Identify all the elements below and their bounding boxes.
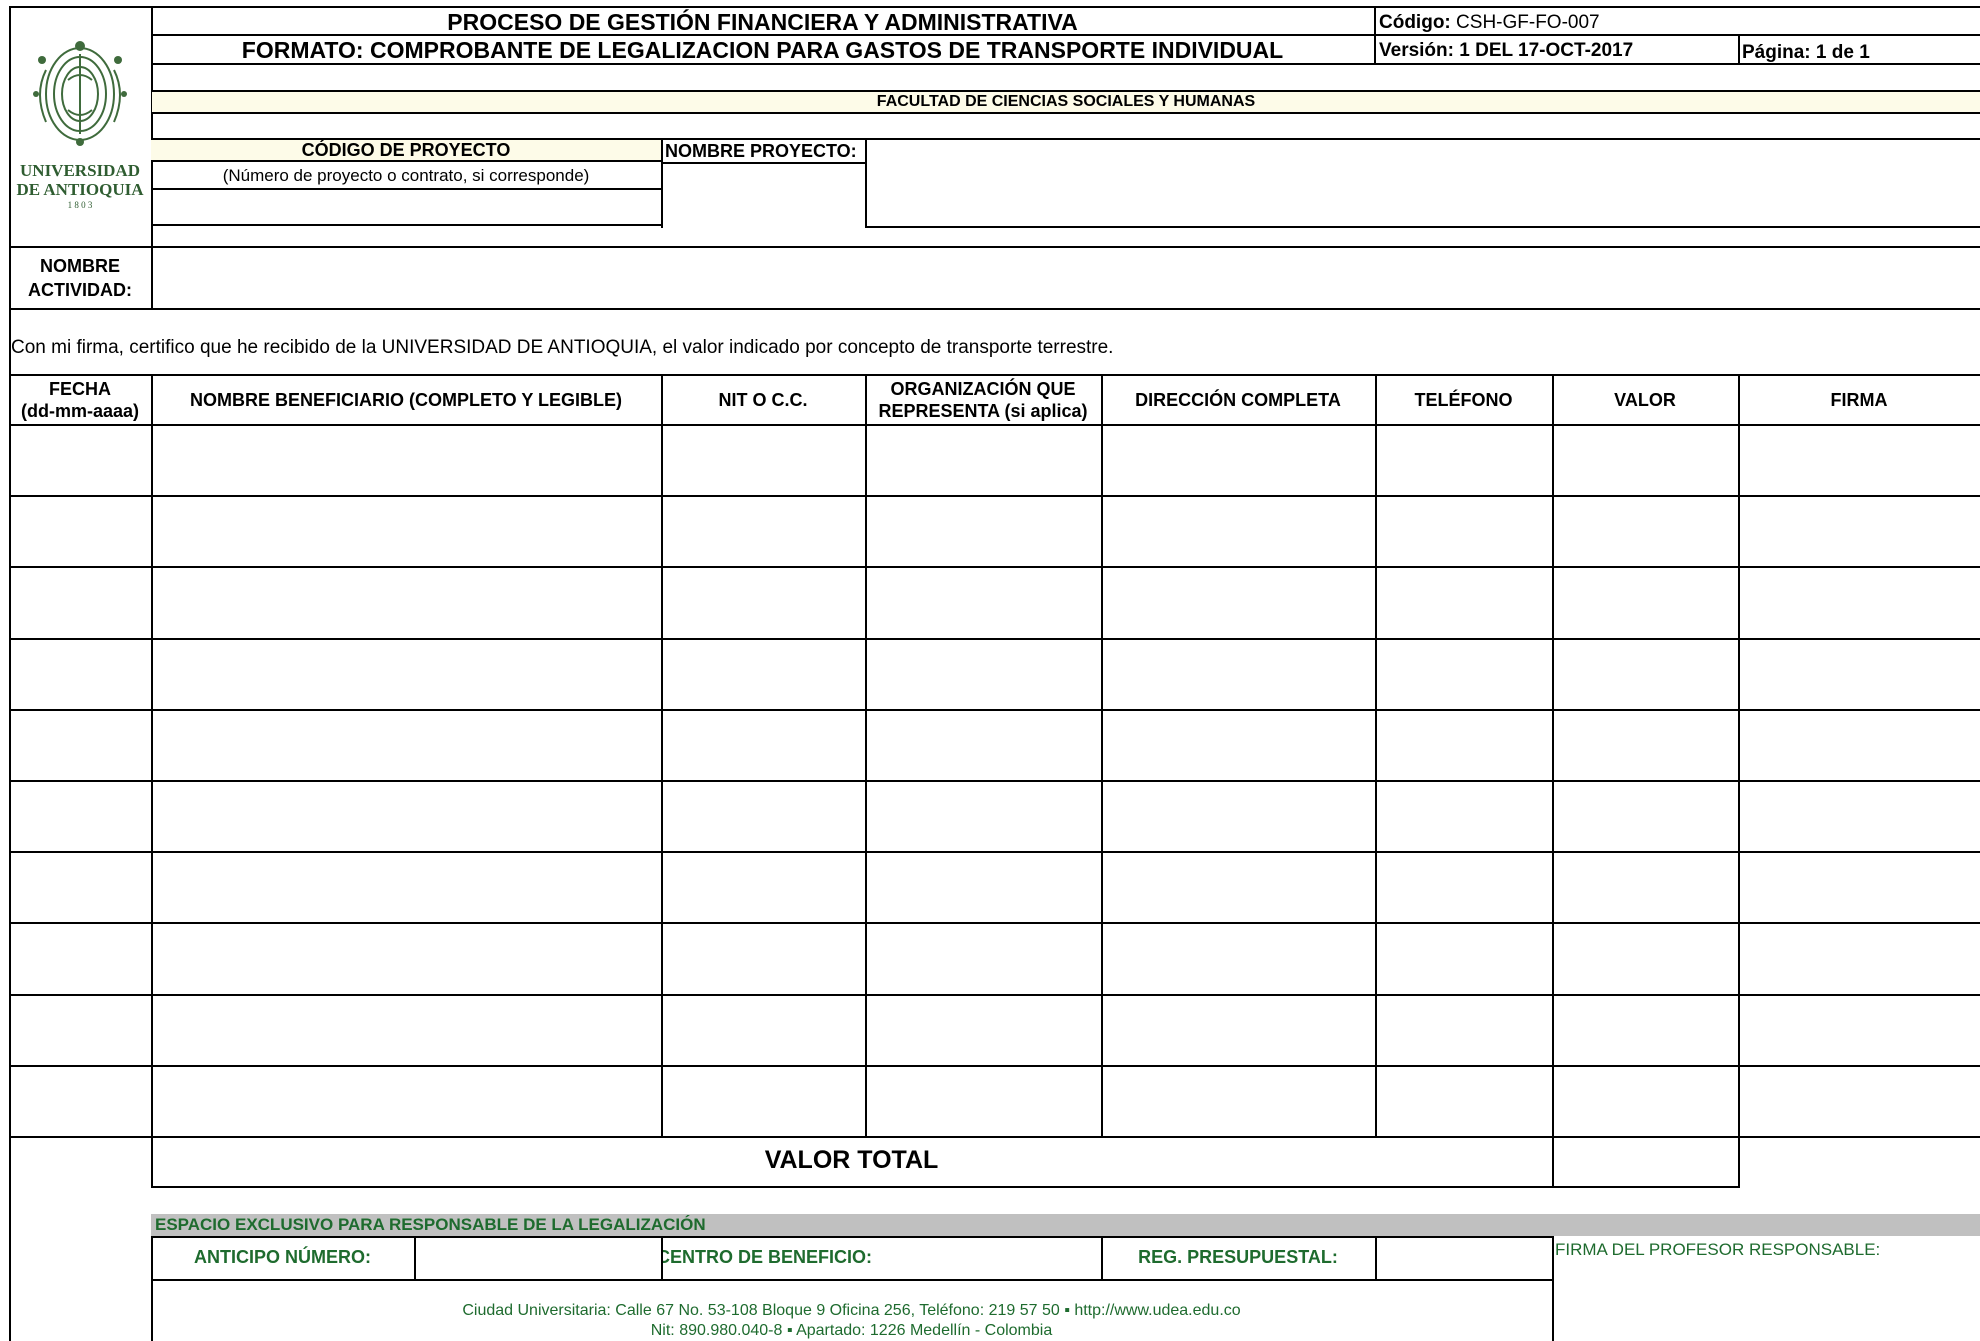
project-name-input[interactable] [866,138,1980,228]
logo-year: 1 8 0 3 [67,200,93,210]
codigo-label: Código: [1379,12,1451,33]
version-field: Versión: 1 DEL 17-OCT-2017 [1379,40,1633,62]
project-name-label: NOMBRE PROYECTO: [665,141,857,161]
activity-label-line1: NOMBRE [40,256,120,276]
responsible-title: ESPACIO EXCLUSIVO PARA RESPONSABLE DE LA… [155,1215,706,1234]
university-logo: UNIVERSIDAD DE ANTIOQUIA 1 8 0 3 [12,30,148,220]
title-line1: PROCESO DE GESTIÓN FINANCIERA Y ADMINIST… [447,9,1078,35]
title-line2: FORMATO: COMPROBANTE DE LEGALIZACION PAR… [241,37,1284,63]
anticipo-input[interactable] [416,1238,661,1279]
col-header-line1: FECHA [49,379,111,399]
total-bottom-line [151,1186,1740,1188]
col-header-line2: (dd-mm-aaaa) [20,401,140,421]
col-header-firma: FIRMA [1830,390,1888,410]
centro-label: CENTRO DE BENEFICIO: [663,1247,873,1267]
codigo-field: Código: CSH-GF-FO-007 [1379,12,1600,34]
header-page-divider [1738,34,1740,63]
footer-nit: Nit: 890.980.040-8 ▪ Apartado: 1226 Mede… [650,1322,1053,1339]
total-label: VALOR TOTAL [764,1146,939,1174]
table-row[interactable] [11,426,1980,495]
total-value-input[interactable] [1554,1138,1738,1186]
project-code-label: CÓDIGO DE PROYECTO [301,140,511,160]
table-row[interactable] [11,568,1980,638]
firma-profesor-label: FIRMA DEL PROFESOR RESPONSABLE: [1555,1240,1881,1259]
col-header-nombre: NOMBRE BENEFICIARIO (COMPLETO Y LEGIBLE) [189,390,623,410]
responsible-mid-line [151,1279,1552,1281]
logo-line2: DE ANTIOQUIA [16,180,144,199]
anticipo-label: ANTICIPO NÚMERO: [194,1247,371,1267]
codigo-value: CSH-GF-FO-007 [1456,12,1600,33]
col-header-line2: REPRESENTA (si aplica) [878,401,1088,421]
activity-input[interactable] [153,248,1980,306]
top-border [9,6,1980,8]
project-code-hint: (Número de proyecto o contrato, si corre… [222,166,590,185]
col-header-valor: VALOR [1614,390,1676,410]
col-header-line1: ORGANIZACIÓN QUE [890,379,1076,399]
table-row[interactable] [11,497,1980,566]
reg-presupuestal-input[interactable] [1377,1238,1552,1279]
footer-address: Ciudad Universitaria: Calle 67 No. 53-10… [462,1302,1241,1319]
logo-line1: UNIVERSIDAD [20,161,140,180]
faculty-label: FACULTAD DE CIENCIAS SOCIALES Y HUMANAS [876,93,1256,110]
table-row[interactable] [11,640,1980,709]
col-header-organizacion: ORGANIZACIÓN QUE REPRESENTA (si aplica) [865,376,1101,424]
total-value-right-line [1738,1136,1740,1188]
table-row[interactable] [11,711,1980,780]
col-header-telefono: TELÉFONO [1414,390,1513,410]
table-row[interactable] [11,924,1980,994]
certification-text: Con mi firma, certifico que he recibido … [11,337,1114,358]
activity-bottom-line [9,308,1980,310]
table-row[interactable] [11,996,1980,1065]
pagina-label: Página: 1 de 1 [1742,42,1870,63]
col-header-direccion: DIRECCIÓN COMPLETA [1135,390,1341,410]
col-header-nit: NIT O C.C. [718,390,808,410]
version-value: 1 DEL 17-OCT-2017 [1459,40,1634,61]
version-label: Versión: [1379,40,1454,61]
table-row[interactable] [11,1067,1980,1136]
centro-cell: CENTRO DE BENEFICIO: [663,1238,1101,1279]
col-header-fecha: FECHA (dd-mm-aaaa) [9,376,151,424]
table-row[interactable] [11,853,1980,922]
firma-profesor-input[interactable] [1554,1262,1980,1341]
reg-presupuestal-label: REG. PRESUPUESTAL: [1138,1247,1338,1267]
project-code-input[interactable] [151,190,661,226]
university-seal-icon [33,41,127,146]
table-row[interactable] [11,782,1980,851]
activity-label-line2: ACTIVIDAD: [28,280,132,300]
